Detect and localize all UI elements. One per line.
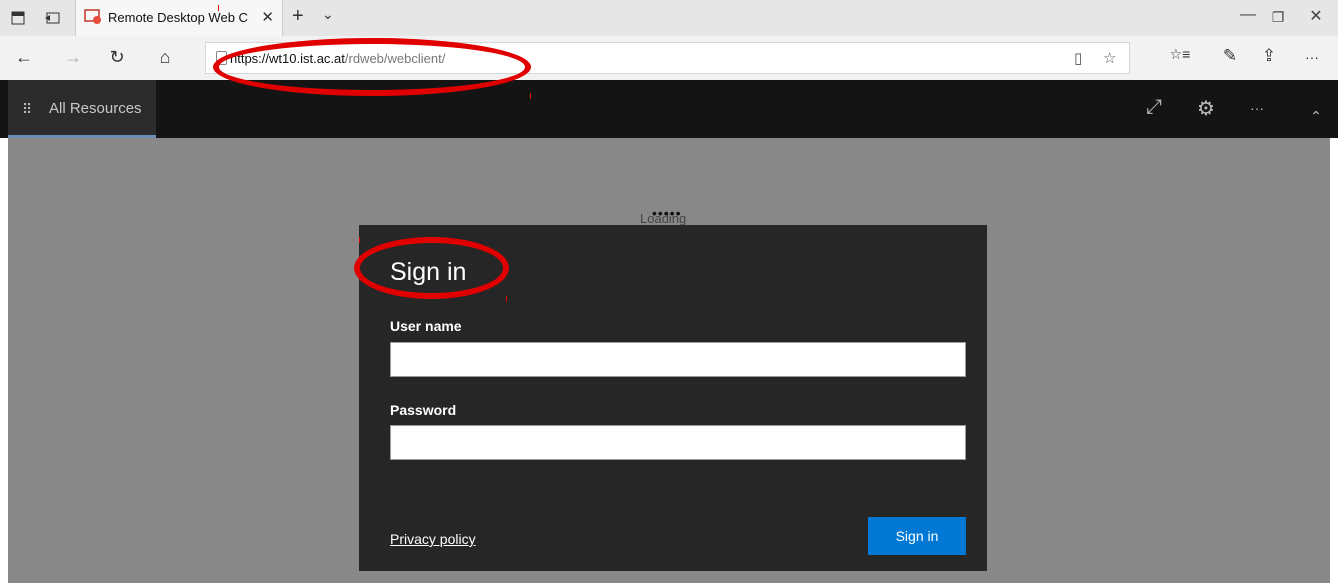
collapse-chevron-icon[interactable]: ⌃	[1301, 108, 1331, 125]
close-window-button[interactable]: ✕	[1301, 6, 1331, 26]
expand-icon[interactable]: ⤢	[1139, 96, 1169, 119]
username-field[interactable]	[390, 342, 966, 377]
remote-desktop-icon	[84, 9, 102, 25]
annotation-tick	[359, 237, 360, 243]
favorite-star-icon[interactable]: ☆	[1103, 49, 1116, 67]
favorites-hub-icon[interactable]: ☆≡	[1168, 46, 1192, 63]
annotation-tick	[218, 5, 219, 11]
settings-gear-icon[interactable]: ⚙	[1191, 96, 1221, 121]
set-aside-tabs-icon[interactable]	[8, 8, 28, 28]
password-label: Password	[390, 402, 457, 418]
browser-tab[interactable]: Remote Desktop Web C ✕	[75, 0, 283, 36]
restore-button[interactable]: ❐	[1263, 9, 1293, 26]
notes-pen-icon[interactable]: ✎	[1218, 46, 1242, 66]
minimize-button[interactable]: —	[1233, 6, 1263, 24]
browser-nav-bar: ← → ↻ ⌂ https://wt10.ist.ac.at/rdweb/web…	[0, 36, 1338, 80]
tab-label: All Resources	[49, 100, 142, 117]
forward-button[interactable]: →	[61, 47, 85, 68]
tabs-aside-icon[interactable]	[42, 8, 62, 28]
more-options-icon[interactable]: ···	[1242, 100, 1272, 116]
home-button[interactable]: ⌂	[153, 47, 177, 68]
tab-close-icon[interactable]: ✕	[261, 8, 274, 26]
sign-in-button[interactable]: Sign in	[868, 517, 966, 555]
tab-all-resources[interactable]: ⠿ All Resources	[8, 80, 156, 138]
loading-dots-icon: •••••	[652, 205, 682, 221]
browser-tab-strip: Remote Desktop Web C ✕ + ⌄ — ❐ ✕	[0, 0, 1338, 36]
reading-view-icon[interactable]: ▯	[1074, 49, 1082, 67]
annotation-tick	[506, 296, 507, 302]
more-menu-button[interactable]: ···	[1300, 49, 1324, 65]
app-grid-icon: ⠿	[22, 101, 32, 117]
annotation-tick	[530, 93, 531, 99]
app-header: ⠿ All Resources ⤢ ⚙ ··· ⌃	[0, 80, 1338, 138]
screen: Remote Desktop Web C ✕ + ⌄ — ❐ ✕ ← → ↻ ⌂…	[0, 0, 1338, 583]
sign-in-highlight-oval	[354, 237, 509, 299]
back-button[interactable]: ←	[12, 47, 36, 68]
username-label: User name	[390, 318, 462, 334]
url-highlight-oval	[213, 38, 531, 96]
privacy-policy-link[interactable]: Privacy policy	[390, 531, 476, 547]
refresh-button[interactable]: ↻	[105, 47, 129, 68]
new-tab-button[interactable]: +	[292, 5, 304, 28]
tab-title: Remote Desktop Web C	[108, 10, 248, 25]
tab-list-chevron-icon[interactable]: ⌄	[322, 6, 334, 23]
share-icon[interactable]: ⇪	[1257, 46, 1281, 66]
password-field[interactable]	[390, 425, 966, 460]
